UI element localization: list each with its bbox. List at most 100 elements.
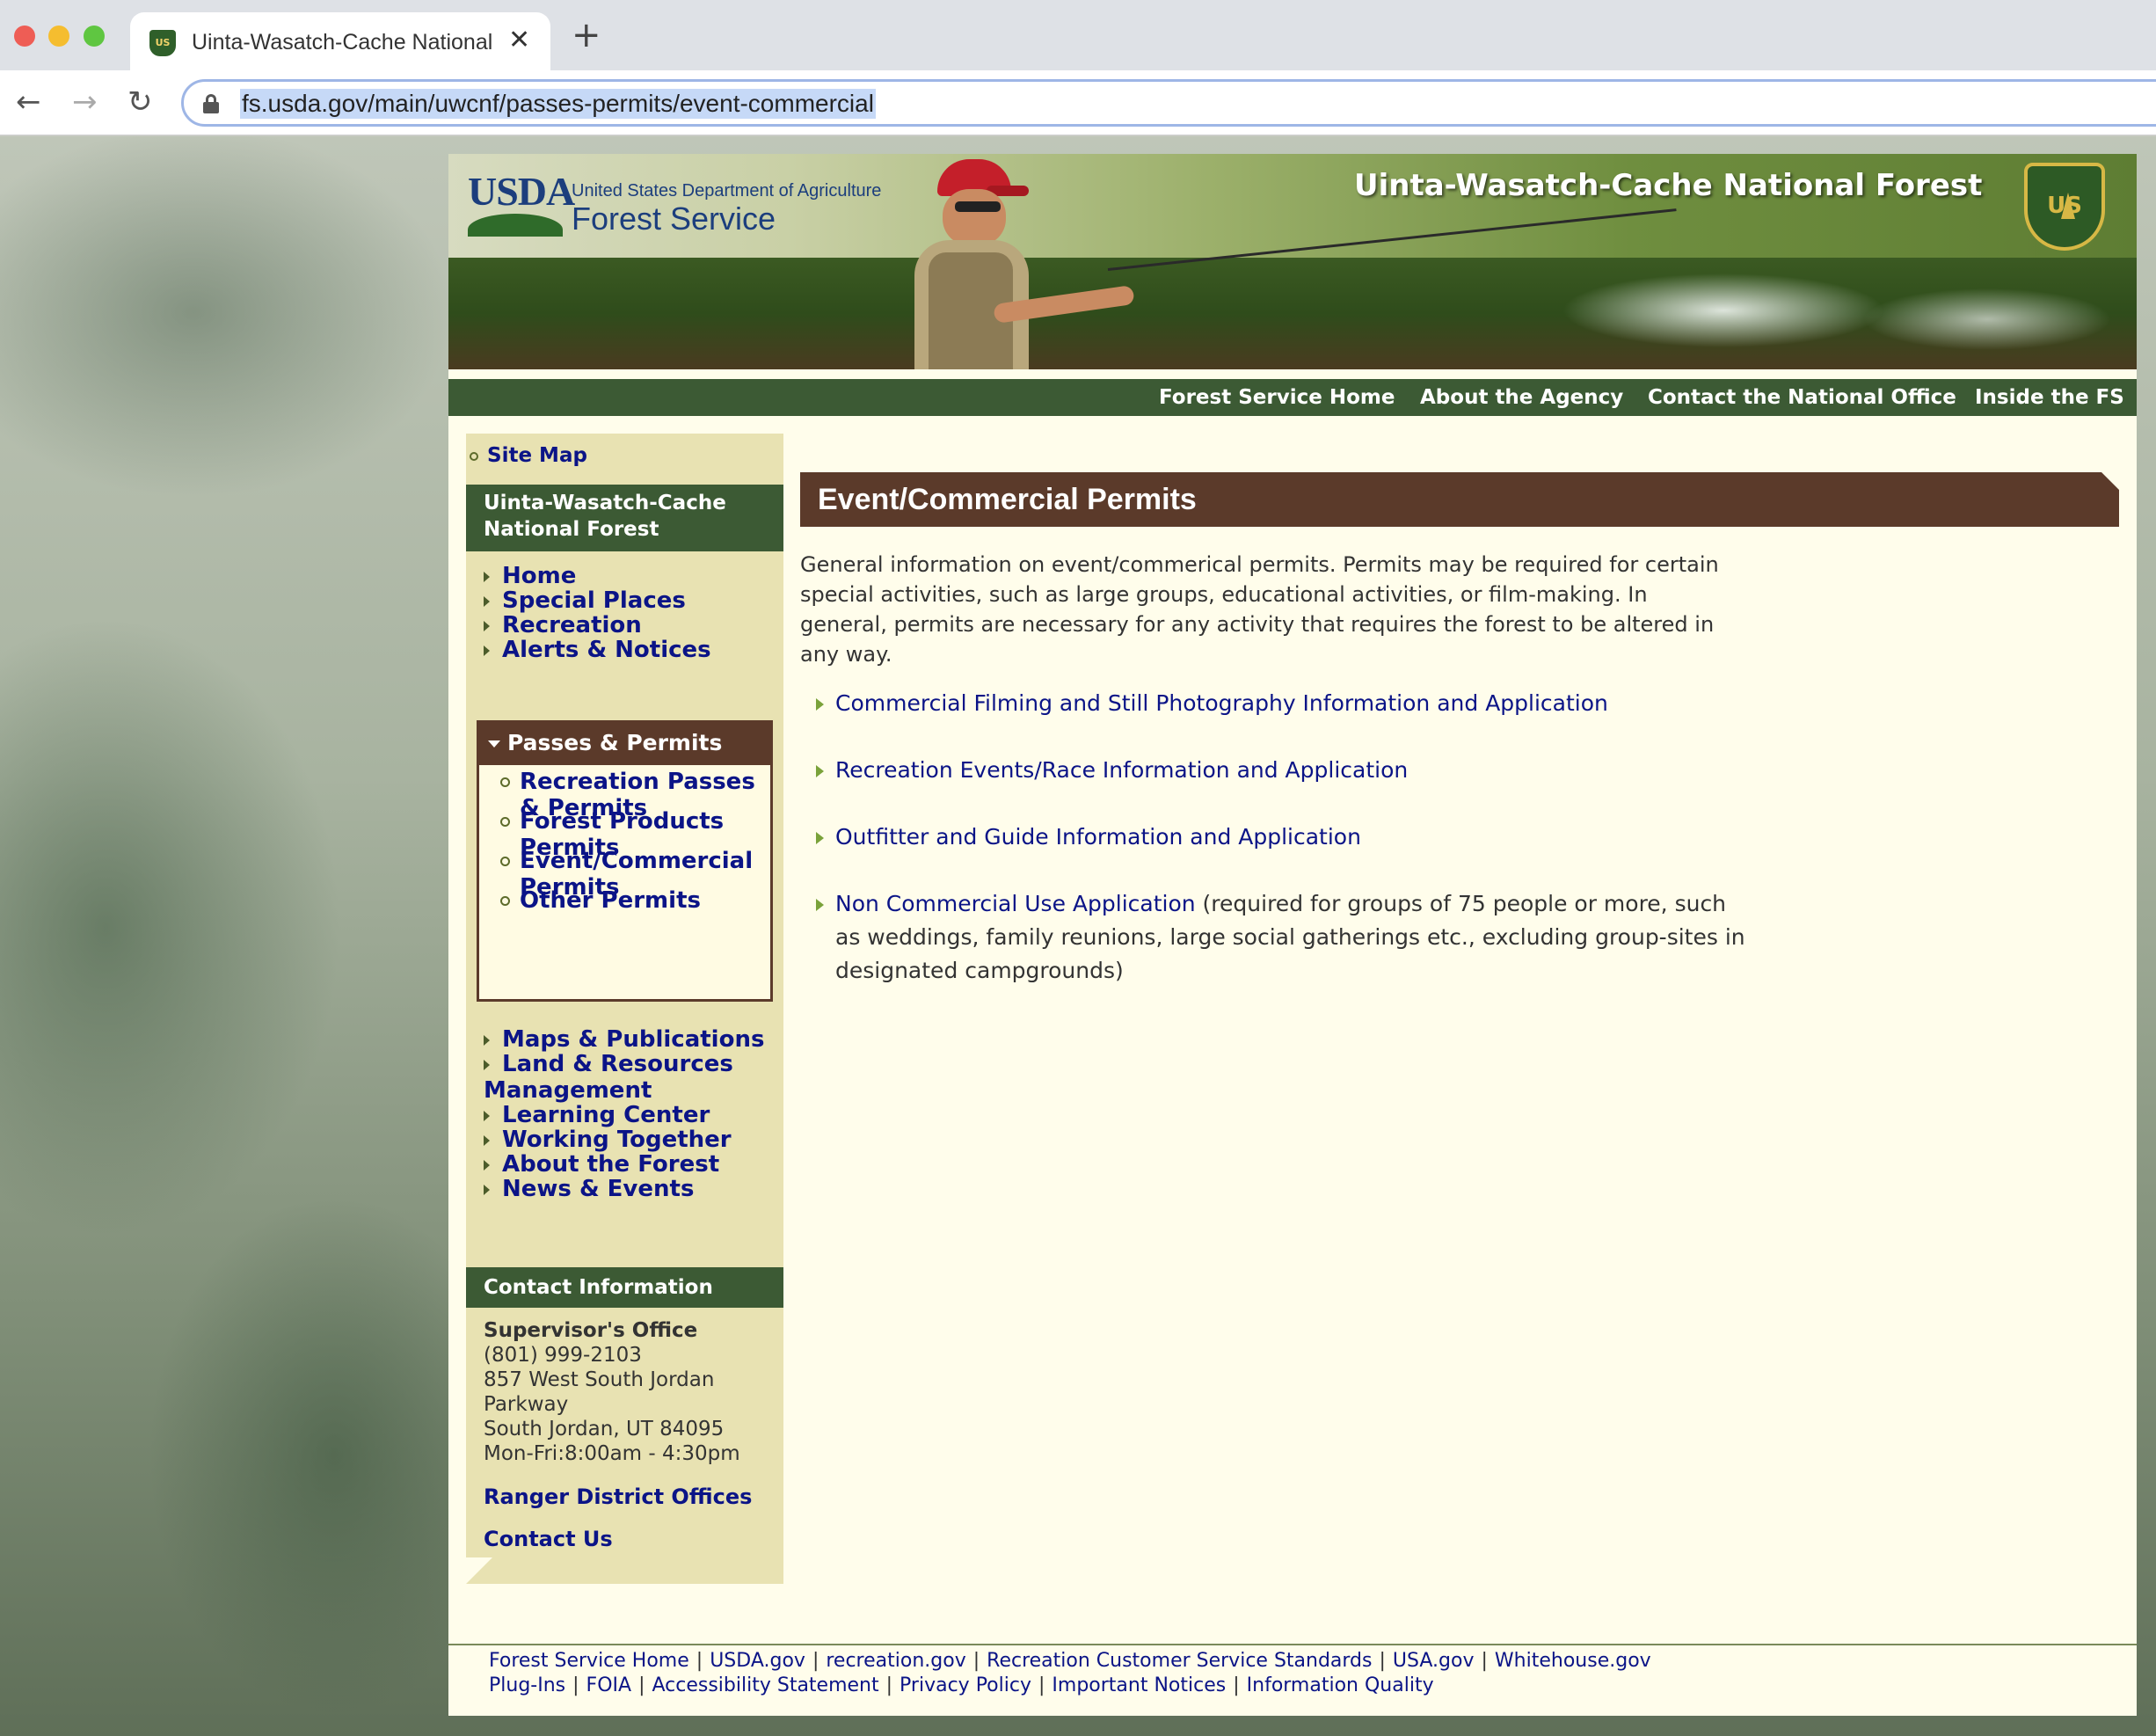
contact-information-header: Contact Information (466, 1267, 783, 1308)
sidebar-item-label: Special Places (502, 587, 686, 614)
sidebar-item-label: Land & Resources Management (484, 1051, 733, 1104)
footer-separator: | (1038, 1674, 1045, 1696)
agency-name[interactable]: Forest Service (572, 200, 776, 238)
forward-arrow-icon[interactable]: → (72, 84, 98, 120)
sidebar-item-home[interactable]: Home (484, 563, 576, 589)
footer-separator: | (638, 1674, 645, 1696)
commercial-filming-link[interactable]: Commercial Filming and Still Photography… (835, 690, 1608, 716)
triangle-right-icon (816, 698, 824, 711)
footer-row-2: Plug-Ins | FOIA | Accessibility Statement | Pr… (489, 1674, 2137, 1698)
office-city: South Jordan, UT 84095 (484, 1418, 725, 1441)
ranger-district-offices-link[interactable]: Ranger District Offices (484, 1484, 752, 1510)
tab-title: Uinta-Wasatch-Cache National Forest (192, 30, 495, 55)
sidebar-item-alerts-notices[interactable]: Alerts & Notices (484, 637, 711, 663)
triangle-right-icon (484, 645, 490, 656)
department-name: United States Department of Agriculture (572, 181, 882, 201)
footer-link-service-standards[interactable]: Recreation Customer Service Standards (987, 1650, 1372, 1672)
sidebar-item-working-together[interactable]: Working Together (484, 1127, 732, 1153)
footer-link-usda[interactable]: USDA.gov (710, 1650, 805, 1672)
sidebar-item-maps-publications[interactable]: Maps & Publications (484, 1026, 764, 1053)
sidebar-item-about-forest[interactable]: About the Forest (484, 1151, 719, 1178)
list-item: Outfitter and Guide Information and Appl… (816, 821, 1748, 854)
topnav-about-the-agency[interactable]: About the Agency (1420, 379, 1623, 416)
footer-link-privacy[interactable]: Privacy Policy (900, 1674, 1031, 1696)
list-item: Non Commercial Use Application (required… (816, 887, 1748, 988)
reload-icon[interactable]: ↻ (127, 84, 153, 120)
passes-permits-submenu: Passes & Permits Recreation Passes & Per… (477, 720, 773, 1002)
sidebar-forest-header: Uinta-Wasatch-Cache National Forest (466, 485, 783, 551)
forest-name-heading: Uinta-Wasatch-Cache National Forest (1354, 168, 1983, 203)
footer-separator: | (1379, 1650, 1386, 1672)
sidebar-item-label: Alerts & Notices (502, 637, 711, 663)
back-arrow-icon[interactable]: ← (16, 84, 41, 120)
tab-close-icon[interactable]: ✕ (508, 25, 530, 56)
contact-us-link[interactable]: Contact Us (484, 1526, 613, 1552)
outfitter-guide-link[interactable]: Outfitter and Guide Information and Appl… (835, 824, 1361, 850)
ring-bullet-icon (500, 777, 510, 787)
site-container: USDA United States Department of Agricul… (448, 154, 2137, 1716)
browser-tab[interactable]: US Uinta-Wasatch-Cache National Forest ✕ (130, 12, 550, 70)
footer-link-information-quality[interactable]: Information Quality (1247, 1674, 1434, 1696)
lock-icon[interactable] (203, 94, 219, 113)
non-commercial-use-link[interactable]: Non Commercial Use Application (835, 891, 1196, 916)
address-bar[interactable]: fs.usda.gov/main/uwcnf/passes-permits/ev… (181, 79, 2156, 127)
triangle-right-icon (484, 595, 490, 607)
sidebar-item-label: News & Events (502, 1176, 695, 1202)
footer-link-whitehouse[interactable]: Whitehouse.gov (1495, 1650, 1651, 1672)
sidebar-item-special-places[interactable]: Special Places (484, 587, 686, 614)
sidebar-item-passes-permits[interactable]: Passes & Permits (479, 723, 770, 765)
site-map-label: Site Map (487, 444, 587, 467)
list-item: Commercial Filming and Still Photography… (816, 687, 1748, 720)
site-map-link[interactable]: Site Map (470, 442, 587, 469)
maximize-window-button[interactable] (84, 26, 105, 47)
footer-link-recreation-gov[interactable]: recreation.gov (826, 1650, 965, 1672)
triangle-right-icon (484, 1134, 490, 1146)
site-footer: Forest Service Home | USDA.gov | recreation.… (448, 1644, 2137, 1698)
new-tab-icon[interactable]: + (572, 18, 601, 53)
ring-bullet-icon (500, 857, 510, 866)
sidebar-item-recreation[interactable]: Recreation (484, 612, 642, 638)
minimize-window-button[interactable] (48, 26, 69, 47)
triangle-right-icon (816, 832, 824, 844)
browser-toolbar: ← → ↻ fs.usda.gov/main/uwcnf/passes-perm… (0, 70, 2156, 135)
footer-link-important-notices[interactable]: Important Notices (1052, 1674, 1226, 1696)
forest-service-favicon-icon: US (149, 30, 176, 56)
sidebar-item-label: Passes & Permits (507, 730, 723, 755)
footer-row-1: Forest Service Home | USDA.gov | recreation.… (489, 1649, 2137, 1674)
office-name: Supervisor's Office (484, 1319, 698, 1342)
fly-fisherman-image (888, 154, 1677, 369)
sidebar-item-learning-center[interactable]: Learning Center (484, 1102, 710, 1128)
triangle-right-icon (484, 571, 490, 582)
topnav-forest-service-home[interactable]: Forest Service Home (1159, 379, 1395, 416)
footer-link-accessibility[interactable]: Accessibility Statement (652, 1674, 878, 1696)
office-address-line2: Parkway (484, 1393, 569, 1416)
topnav-inside-the-fs[interactable]: Inside the FS (1975, 379, 2124, 416)
sidebar-item-news-events[interactable]: News & Events (484, 1176, 694, 1202)
list-item: Recreation Events/Race Information and A… (816, 754, 1748, 787)
sidebar-item-label: Learning Center (502, 1102, 710, 1128)
triangle-right-icon (484, 1184, 490, 1195)
triangle-right-icon (484, 1059, 490, 1070)
forest-service-shield-icon: US (2024, 163, 2105, 251)
url-text[interactable]: fs.usda.gov/main/uwcnf/passes-permits/ev… (240, 89, 876, 119)
footer-separator: | (696, 1650, 703, 1672)
ring-bullet-icon (470, 451, 478, 461)
triangle-right-icon (816, 765, 824, 777)
close-window-button[interactable] (14, 26, 35, 47)
footer-link-usa-gov[interactable]: USA.gov (1393, 1650, 1475, 1672)
page-viewport: USDA United States Department of Agricul… (0, 136, 2156, 1736)
footer-link-forest-service-home[interactable]: Forest Service Home (489, 1650, 689, 1672)
page-title-bar: Event/Commercial Permits (800, 472, 2119, 527)
sidebar-item-land-resources[interactable]: Land & Resources Management (484, 1051, 765, 1104)
usda-logo-icon[interactable]: USDA (468, 171, 575, 238)
left-sidebar: Site Map Uinta-Wasatch-Cache National Fo… (466, 434, 783, 1584)
office-hours: Mon-Fri:8:00am - 4:30pm (484, 1442, 740, 1465)
submenu-other-permits[interactable]: Other Permits (520, 887, 766, 914)
footer-link-plug-ins[interactable]: Plug-Ins (489, 1674, 565, 1696)
triangle-right-icon (484, 620, 490, 631)
footer-link-foia[interactable]: FOIA (586, 1674, 632, 1696)
ring-bullet-icon (500, 896, 510, 906)
office-phone: (801) 999-2103 (484, 1344, 642, 1367)
recreation-events-link[interactable]: Recreation Events/Race Information and A… (835, 757, 1408, 783)
topnav-contact-national-office[interactable]: Contact the National Office (1648, 379, 1956, 416)
